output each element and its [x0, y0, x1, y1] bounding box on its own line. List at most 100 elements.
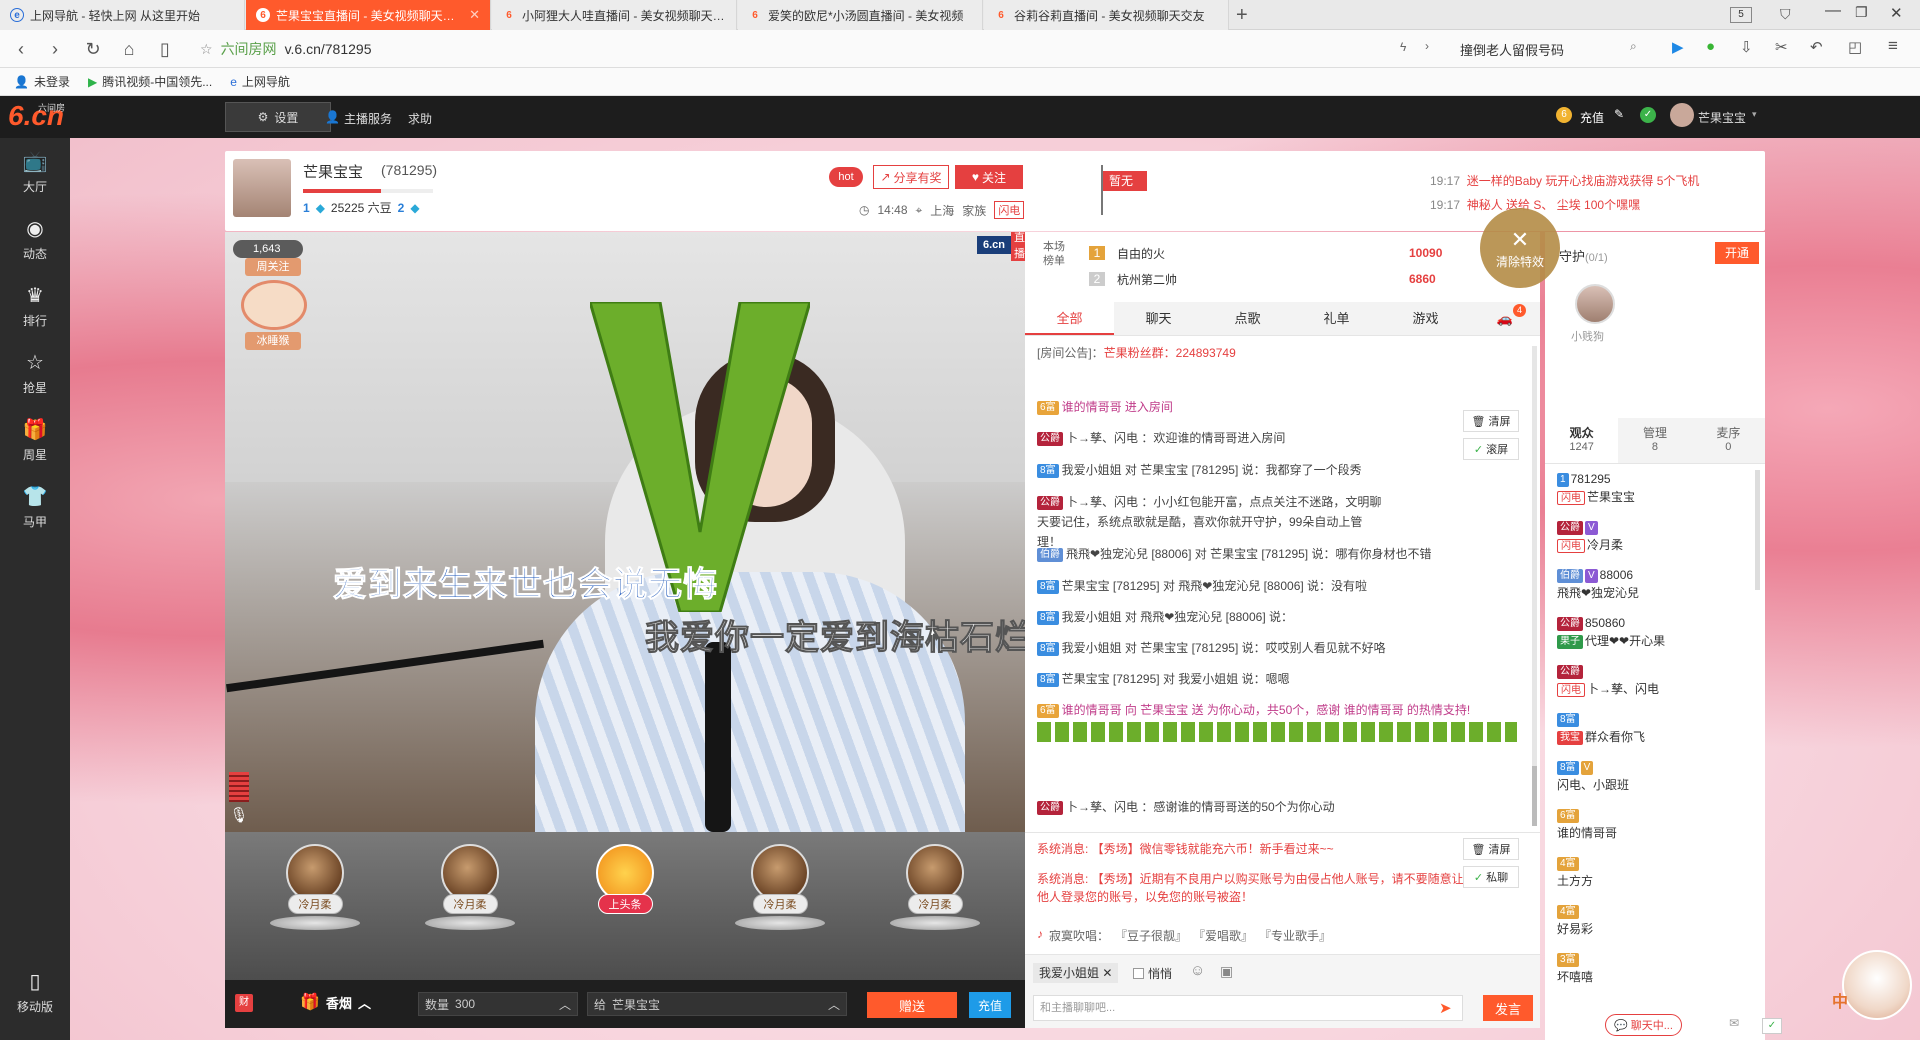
audience-item[interactable]: 公爵 闪电 卜→孳、闪电	[1557, 662, 1762, 698]
tab-all[interactable]: 全部	[1025, 302, 1114, 335]
recipient-field[interactable]: 给芒果宝宝 ︿	[587, 992, 847, 1016]
gift-slot[interactable]: 冷月柔	[420, 844, 520, 944]
audience-item[interactable]: 1 781295 闪电 芒果宝宝	[1557, 470, 1762, 506]
bookmark-login[interactable]: 👤 未登录	[14, 73, 70, 90]
chat-scrollbar[interactable]	[1532, 346, 1537, 826]
search-input[interactable]: 撞倒老人留假号码	[1460, 40, 1564, 59]
audience-item[interactable]: 4富 土方方	[1557, 854, 1762, 890]
download-icon[interactable]: ⇩	[1740, 38, 1753, 56]
audience-item[interactable]: 公爵 850860 果子 代理❤❤开心果	[1557, 614, 1762, 650]
gift-slot[interactable]: 冷月柔	[265, 844, 365, 944]
new-tab-button[interactable]: +	[1236, 4, 1248, 27]
chatting-float[interactable]: 💬 聊天中...	[1605, 1014, 1682, 1036]
rank-row[interactable]: 2 杭州第二帅 6860	[1089, 266, 1489, 292]
nav-vest[interactable]: 👕 马甲	[0, 473, 70, 540]
sys-clear-button[interactable]: 🗑 清屏	[1463, 838, 1519, 860]
gift-selector[interactable]: 🎁 香烟 ︿	[300, 992, 371, 1012]
menu-icon[interactable]: ≡	[1888, 36, 1898, 56]
image-icon[interactable]: ▣	[1220, 963, 1233, 980]
share-button[interactable]: ↗ 分享有奖	[873, 165, 949, 189]
reload-icon[interactable]: ↻	[82, 38, 104, 60]
song-name[interactable]: 『豆子很靓』	[1115, 927, 1187, 944]
recharge-link[interactable]: 充值	[1580, 109, 1604, 126]
nav-rank[interactable]: ♛ 排行	[0, 272, 70, 339]
tab-gift-list[interactable]: 礼单	[1292, 302, 1381, 335]
tab-audience[interactable]: 观众 1247	[1545, 418, 1619, 463]
tab-4[interactable]: 6 爱笑的欧尼*小汤圆直播间 - 美女视频	[738, 0, 983, 30]
scroll-toggle[interactable]: ✓ 滚屏	[1463, 438, 1519, 460]
nav-dynamic[interactable]: ◉ 动态	[0, 205, 70, 272]
close-icon[interactable]: ✕	[469, 7, 480, 23]
open-guard-button[interactable]: 开通	[1715, 242, 1759, 264]
checkbox-box[interactable]	[1133, 968, 1144, 979]
audience-item[interactable]: 公爵 V 闪电 冷月柔	[1557, 518, 1762, 554]
ime-zh-icon[interactable]: 中	[1832, 988, 1848, 1012]
audience-item[interactable]: 6富 谁的情哥哥	[1557, 806, 1762, 842]
audience-item[interactable]: 8富 V 闪电、小跟班	[1557, 758, 1762, 794]
close-icon[interactable]: ✕	[1102, 966, 1112, 980]
nav-hall[interactable]: 📺 大厅	[0, 138, 70, 205]
rank-row[interactable]: 1 自由的火 10090	[1089, 240, 1489, 266]
undo-icon[interactable]: ↶	[1810, 38, 1823, 56]
nav-mobile[interactable]: ▯ 移动版	[0, 958, 70, 1025]
nav-star[interactable]: ☆ 抢星	[0, 339, 70, 406]
home-icon[interactable]: ⌂	[118, 38, 140, 60]
recharge-button[interactable]: 充值	[969, 992, 1011, 1018]
chat-input[interactable]: 和主播聊聊吧...	[1033, 995, 1463, 1021]
tab-song[interactable]: 点歌	[1203, 302, 1292, 335]
send-gift-button[interactable]: 赠送	[867, 992, 957, 1018]
forward-icon[interactable]: ›	[44, 38, 66, 60]
chevron-right-icon[interactable]: ›	[1425, 39, 1429, 53]
car-tab[interactable]: 🚗 4	[1470, 302, 1540, 335]
audience-item[interactable]: 8富 我宝 群众看你飞	[1557, 710, 1762, 746]
shirt-skin-icon[interactable]: ⛉	[1780, 6, 1791, 23]
settings-button[interactable]: ⚙ 设置	[225, 102, 331, 132]
audience-item[interactable]: 3富 坏嘻嘻	[1557, 950, 1762, 986]
mic-icon[interactable]: 🎙	[229, 806, 249, 828]
clear-effect-button[interactable]: ✕ 清除特效	[1480, 208, 1560, 288]
tab-chat[interactable]: 聊天	[1114, 302, 1203, 335]
guard-avatar[interactable]	[1575, 284, 1615, 324]
edit-icon[interactable]: ✎	[1614, 107, 1624, 121]
follow-button[interactable]: ♥ 关注	[955, 165, 1023, 189]
song-name[interactable]: 『专业歌手』	[1259, 927, 1331, 944]
scrollbar-thumb[interactable]	[1532, 766, 1537, 826]
chevron-down-icon[interactable]: ▾	[1752, 109, 1757, 120]
back-icon[interactable]: ‹	[10, 38, 32, 60]
status-ok-icon[interactable]: ✓	[1762, 1018, 1782, 1034]
whisper-checkbox[interactable]: 悄悄	[1133, 965, 1172, 982]
reply-target[interactable]: 我爱小姐姐 ✕	[1033, 963, 1119, 983]
help-link[interactable]: 求助	[408, 110, 432, 127]
tab-5[interactable]: 6 谷莉谷莉直播间 - 美女视频聊天交友	[984, 0, 1229, 30]
audience-scrollbar[interactable]	[1755, 470, 1760, 590]
user-name[interactable]: 芒果宝宝	[1698, 109, 1746, 126]
reader-icon[interactable]: ▯	[154, 38, 176, 60]
tab-game[interactable]: 游戏	[1381, 302, 1470, 335]
emoji-icon[interactable]: ☺	[1190, 962, 1205, 979]
tab-mic-queue[interactable]: 麦序 0	[1692, 418, 1765, 463]
search-icon[interactable]: ⌕	[1630, 39, 1637, 54]
gift-slot[interactable]: 冷月柔	[730, 844, 830, 944]
audience-item[interactable]: 伯爵 V 88006 飛飛❤独宠沁兒	[1557, 566, 1762, 602]
tab-count[interactable]: 5	[1730, 7, 1752, 23]
song-name[interactable]: 『爱唱歌』	[1193, 927, 1253, 944]
quantity-field[interactable]: 数量 300 ︿	[418, 992, 578, 1016]
tab-2-active[interactable]: 6 芒果宝宝直播间 - 美女视频聊天交友 ✕	[246, 0, 491, 30]
nav-week-star[interactable]: 🎁 周星	[0, 406, 70, 473]
cat-mascot-icon[interactable]	[1842, 950, 1912, 1020]
avatar[interactable]	[1670, 103, 1694, 127]
private-chat-toggle[interactable]: ✓ 私聊	[1463, 866, 1519, 888]
bookmark-nav[interactable]: e 上网导航	[230, 73, 290, 90]
tab-admin[interactable]: 管理 8	[1618, 418, 1691, 463]
play-icon[interactable]: ▶	[1672, 38, 1684, 56]
address-bar[interactable]: ☆ 六间房网 v.6.cn/781295	[200, 38, 371, 60]
weekly-badge[interactable]: 周关注 冰睡猴	[231, 244, 317, 354]
star-icon[interactable]: ☆	[200, 41, 213, 58]
clear-screen-button[interactable]: 🗑 清屏	[1463, 410, 1519, 432]
paper-plane-icon[interactable]: ➤	[1439, 999, 1452, 1017]
gift-slot[interactable]: 冷月柔	[885, 844, 985, 944]
wallet-icon[interactable]: 财	[235, 994, 253, 1012]
anchor-service-link[interactable]: 👤 主播服务	[325, 110, 392, 127]
close-window-icon[interactable]: ✕	[1890, 4, 1903, 22]
audience-item[interactable]: 4富 好易彩	[1557, 902, 1762, 938]
